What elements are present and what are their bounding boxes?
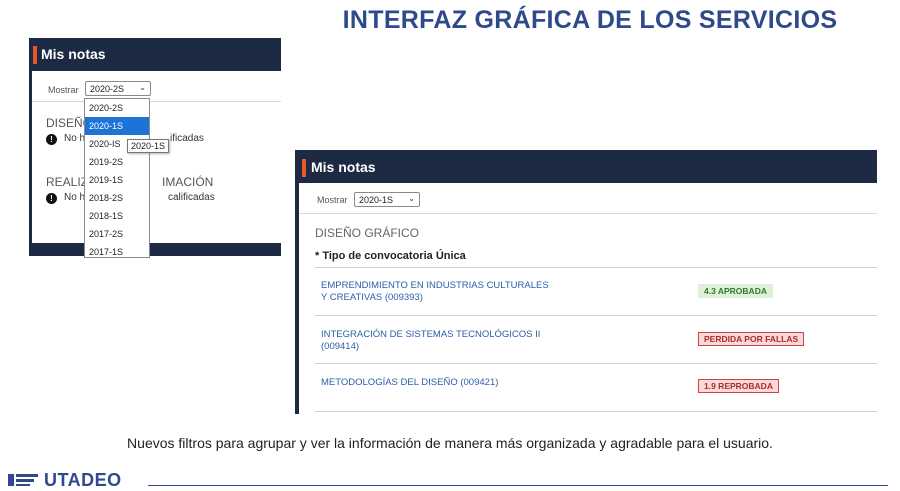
filter-bar: Mostrar 2020-1S ⌄ — [299, 183, 877, 214]
dropdown-option[interactable]: 2018-1S — [85, 207, 149, 225]
dropdown-option[interactable]: 2019-1S — [85, 171, 149, 189]
section-heading-2-end: IMACIÓN — [162, 175, 214, 189]
dropdown-option-highlighted[interactable]: 2020-1S — [85, 117, 149, 135]
dropdown-option[interactable]: 2017-2S — [85, 225, 149, 243]
show-label: Mostrar — [48, 85, 79, 95]
period-dropdown-list[interactable]: 2020-2S 2020-1S 2020-IS 2019-2S 2019-1S … — [84, 98, 150, 258]
course-link[interactable]: EMPRENDIMIENTO EN INDUSTRIAS CULTURALES … — [321, 280, 551, 304]
dropdown-option[interactable]: 2020-2S — [85, 99, 149, 117]
filter-bar: Mostrar 2020-2S ⌄ — [32, 71, 281, 102]
empty-message-start: No h — [64, 133, 86, 144]
header-accent-bar — [302, 159, 306, 177]
grades-panel-results: Mis notas Mostrar 2020-1S ⌄ DISEÑO GRÁFI… — [295, 150, 877, 414]
period-select-value: 2020-1S — [359, 195, 394, 205]
header-accent-bar — [33, 46, 37, 64]
panel-body: Mostrar 2020-1S ⌄ DISEÑO GRÁFICO * Tipo … — [299, 183, 877, 414]
panel-title: Mis notas — [311, 159, 376, 175]
chevron-down-icon: ⌄ — [139, 83, 146, 92]
empty-message-start: No h — [64, 192, 86, 203]
dropdown-option[interactable]: 2018-2S — [85, 189, 149, 207]
period-select[interactable]: 2020-2S ⌄ — [85, 81, 151, 96]
slide-title: INTERFAZ GRÁFICA DE LOS SERVICIOS — [342, 6, 838, 34]
footer-divider — [148, 485, 888, 486]
logo-text: UTADEO — [44, 470, 122, 490]
course-link[interactable]: INTEGRACIÓN DE SISTEMAS TECNOLÓGICOS II … — [321, 329, 551, 353]
show-label: Mostrar — [317, 195, 348, 205]
period-select-value: 2020-2S — [90, 84, 125, 94]
dropdown-option[interactable]: 2019-2S — [85, 153, 149, 171]
convocatoria-type: * Tipo de convocatoria Única — [315, 250, 466, 262]
period-select[interactable]: 2020-1S ⌄ — [354, 192, 420, 207]
panel-body: Mostrar 2020-2S ⌄ DISEÑO ! No h ificadas… — [32, 71, 281, 243]
slide-caption: Nuevos filtros para agrupar y ver la inf… — [127, 435, 773, 451]
table-row: EMPRENDIMIENTO EN INDUSTRIAS CULTURALES … — [315, 268, 877, 316]
table-row: METODOLOGÍAS DEL DISEÑO (009421) 1.9 REP… — [315, 364, 877, 412]
warning-icon: ! — [46, 193, 57, 204]
dropdown-option[interactable]: 2017-1S — [85, 243, 149, 257]
empty-message-end: calificadas — [168, 192, 215, 203]
option-tooltip: 2020-1S — [127, 139, 170, 153]
status-badge: 1.9 REPROBADA — [698, 379, 779, 393]
table-row: INTEGRACIÓN DE SISTEMAS TECNOLÓGICOS II … — [315, 316, 877, 364]
utadeo-logo-icon — [8, 474, 38, 486]
warning-icon: ! — [46, 134, 57, 145]
status-badge: 4.3 APROBADA — [698, 284, 773, 298]
course-link[interactable]: METODOLOGÍAS DEL DISEÑO (009421) — [321, 377, 551, 389]
panel-header: Mis notas — [29, 38, 281, 71]
courses-table: EMPRENDIMIENTO EN INDUSTRIAS CULTURALES … — [315, 267, 877, 412]
status-badge: PERDIDA POR FALLAS — [698, 332, 805, 346]
panel-title: Mis notas — [41, 46, 106, 62]
chevron-down-icon: ⌄ — [408, 194, 415, 203]
program-heading: DISEÑO GRÁFICO — [315, 226, 420, 240]
empty-message-end: ificadas — [170, 133, 204, 144]
